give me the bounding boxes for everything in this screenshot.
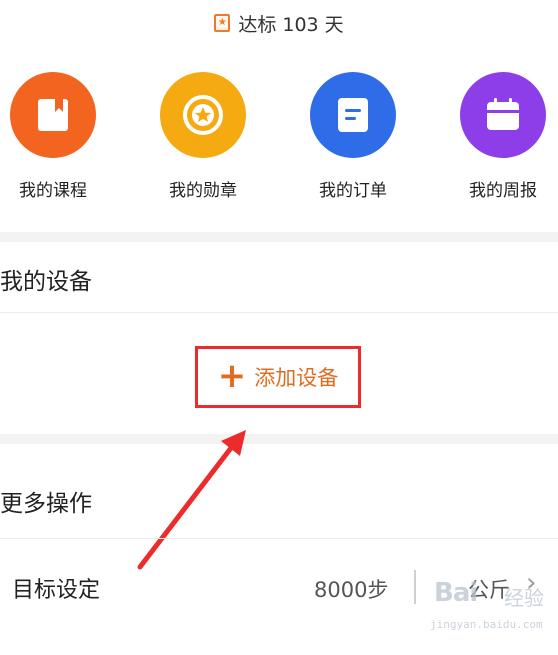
goal-steps-value: 8000步 [314, 578, 389, 602]
baidu-watermark: Bai 经验 jingyan.baidu.com [426, 570, 558, 655]
goal-setting-label: 目标设定 [12, 578, 101, 603]
more-actions-title: 更多操作 [0, 491, 92, 517]
watermark-brand-cn: 经验 [504, 586, 544, 610]
my-devices-title: 我的设备 [0, 269, 92, 295]
watermark-brand: Bai [434, 578, 478, 608]
quick-action-label: 我的周报 [469, 181, 537, 201]
streak-indicator: ★ 达标 103 天 [0, 8, 558, 38]
quick-action-courses[interactable]: 我的课程 [0, 72, 113, 201]
divider [0, 312, 558, 313]
quick-action-label: 我的课程 [19, 181, 87, 201]
document-icon [310, 72, 396, 158]
calendar-icon [460, 72, 546, 158]
plus-icon: + [217, 355, 247, 396]
medal-icon [160, 72, 246, 158]
add-device-label: 添加设备 [254, 366, 339, 390]
quick-actions: 我的课程 我的勋章 我的订单 我的周报 [0, 72, 558, 212]
watermark-url: jingyan.baidu.com [430, 618, 543, 631]
quick-action-label: 我的订单 [319, 181, 387, 201]
section-divider [0, 434, 558, 444]
value-separator [414, 570, 416, 604]
quick-action-orders[interactable]: 我的订单 [293, 72, 413, 201]
star-badge-icon: ★ [214, 14, 231, 32]
add-device-button[interactable]: + 添加设备 [195, 346, 361, 408]
quick-action-label: 我的勋章 [169, 181, 237, 201]
section-divider [0, 232, 558, 242]
quick-action-weekly[interactable]: 我的周报 [443, 72, 558, 201]
streak-text: 达标 103 天 [238, 13, 344, 36]
book-icon [10, 72, 96, 158]
divider [0, 538, 558, 539]
quick-action-medals[interactable]: 我的勋章 [143, 72, 263, 201]
